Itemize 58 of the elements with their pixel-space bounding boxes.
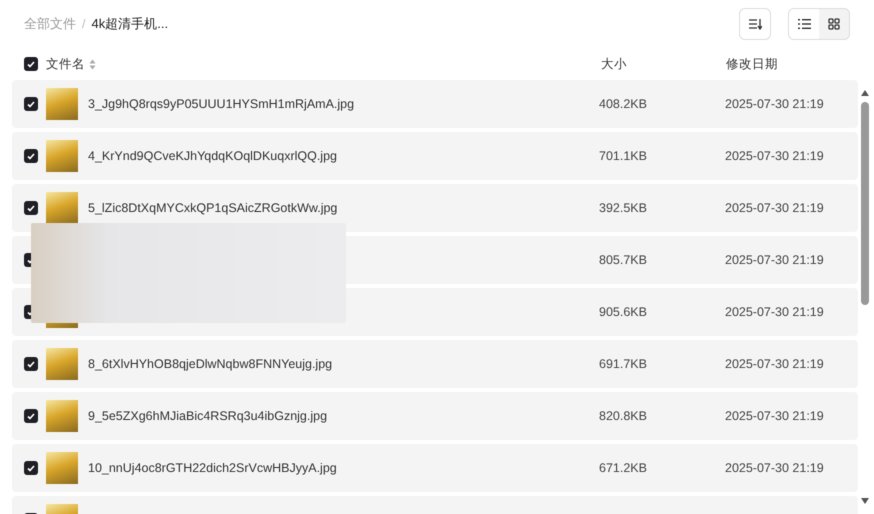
file-size: 392.5KB: [599, 200, 648, 217]
modified-date: 2025-07-30 21:19: [725, 408, 824, 425]
check-icon: [27, 412, 35, 420]
file-size: 701.1KB: [599, 148, 648, 165]
file-size: 408.2KB: [599, 96, 648, 113]
file-size: 691.7KB: [599, 356, 648, 373]
file-row[interactable]: 8_6tXlvHYhOB8qjeDlwNqbw8FNNYeujg.jpg 691.7KB 2025-07-30 21:19: [12, 340, 858, 388]
check-icon: [27, 152, 35, 160]
photo-placeholder: [46, 140, 78, 172]
column-header[interactable]: 文件名: [46, 54, 85, 74]
file-size: 671.2KB: [599, 460, 648, 477]
modified-date: 2025-07-30 21:19: [725, 252, 824, 269]
file-name: 3_Jg9hQ8rqs9yP05UUU1HYSmH1mRjAmA.jpg: [88, 96, 356, 113]
photo-placeholder: [46, 400, 78, 432]
file-size: 805.7KB: [599, 252, 648, 269]
file-row[interactable]: 4_KrYnd9QCveKJhYqdqKOqlDKuqxrlQQ.jpg 701.1KB 2025-07-30 21:19: [12, 132, 858, 180]
check-icon: [27, 464, 35, 472]
photo-placeholder: [46, 192, 78, 224]
file-name: 5_lZic8DtXqMYCxkQP1qSAicZRGotkWw.jpg: [88, 200, 338, 217]
check-icon: [27, 204, 35, 212]
column-header: 大小: [601, 56, 628, 73]
photo-placeholder: [46, 348, 78, 380]
modified-date: 2025-07-30 21:19: [725, 96, 824, 113]
list-icon: [798, 19, 810, 29]
check-icon: [27, 360, 35, 368]
grid-icon: [828, 18, 840, 30]
file-name: 8_6tXlvHYhOB8qjeDlwNqbw8FNNYeujg.jpg: [88, 356, 334, 373]
file-name: 10_nnUj4oc8rGTH22dich2SrVcwHBJyyA.jpg: [88, 460, 338, 477]
checkbox[interactable]: [24, 149, 38, 163]
checkbox[interactable]: [24, 409, 38, 423]
file-row[interactable]: 3_Jg9hQ8rqs9yP05UUU1HYSmH1mRjAmA.jpg 408.2KB 2025-07-30 21:19: [12, 80, 858, 128]
sort-icon: [748, 18, 762, 30]
check-icon: [27, 100, 35, 108]
photo-placeholder: [46, 452, 78, 484]
checkbox[interactable]: [24, 97, 38, 111]
modified-date: 2025-07-30 21:19: [725, 460, 824, 477]
modified-date: 2025-07-30 21:19: [725, 200, 824, 217]
file-row[interactable]: 10_nnUj4oc8rGTH22dich2SrVcwHBJyyA.jpg 671.2KB 2025-07-30 21:19: [12, 444, 858, 492]
file-name: 9_5e5ZXg6hMJiaBic4RSRq3u4ibGznjg.jpg: [88, 408, 328, 425]
checkbox[interactable]: [24, 201, 38, 215]
breadcrumb-separator: /: [82, 16, 86, 33]
sort-button[interactable]: [739, 8, 771, 40]
modified-date: 2025-07-30 21:19: [725, 304, 824, 321]
checkbox[interactable]: [24, 461, 38, 475]
check-icon: [27, 60, 35, 68]
file-row[interactable]: 5_lZic8DtXqMYCxkQP1qSAicZRGotkWw.jpg 392.5KB 2025-07-30 21:19: [12, 184, 858, 232]
file-size: 820.8KB: [599, 408, 648, 425]
modified-date: 2025-07-30 21:19: [725, 356, 824, 373]
file-row[interactable]: 9_5e5ZXg6hMJiaBic4RSRq3u4ibGznjg.jpg 820.8KB 2025-07-30 21:19: [12, 392, 858, 440]
file-name: 4_KrYnd9QCveKJhYqdqKOqlDKuqxrlQQ.jpg: [88, 148, 338, 165]
file-size: 905.6KB: [599, 304, 648, 321]
list-view-button[interactable]: [789, 9, 819, 39]
checkbox[interactable]: [24, 357, 38, 371]
checkbox[interactable]: [24, 57, 38, 71]
modified-date: 2025-07-30 21:19: [725, 148, 824, 165]
column-header: 修改日期: [726, 56, 778, 73]
photo-placeholder: [46, 88, 78, 120]
breadcrumb-current: 4k超清手机...: [91, 15, 168, 34]
